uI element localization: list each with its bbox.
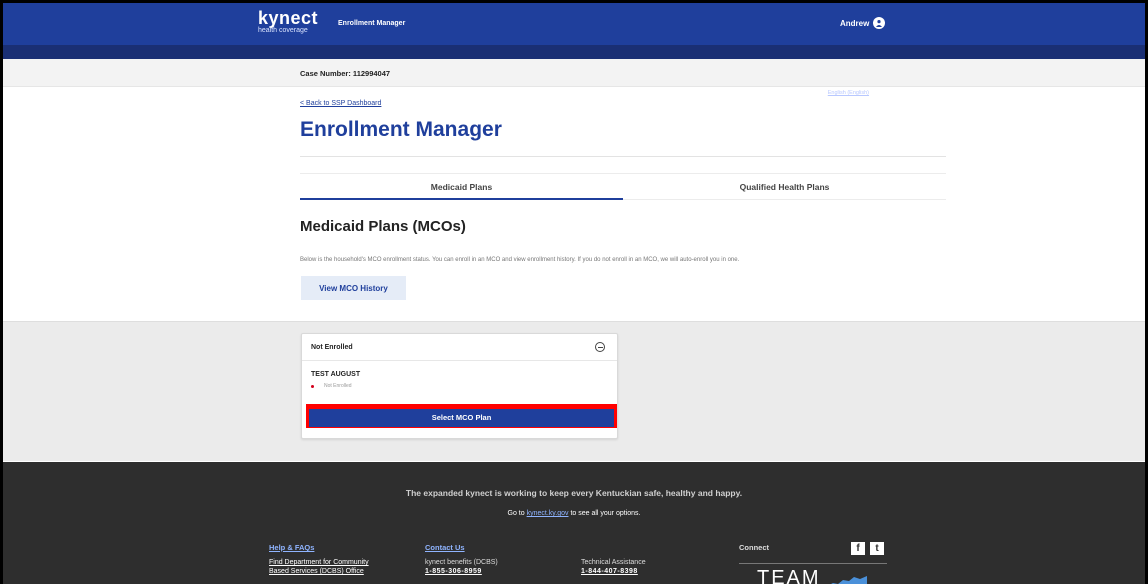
plan-tabs: Medicaid Plans Qualified Health Plans [300, 173, 946, 200]
help-faqs-link[interactable]: Help & FAQs [269, 543, 314, 552]
case-number-bar: Case Number: 112994047 [3, 59, 1145, 87]
user-name: Andrew [840, 18, 870, 28]
footer: The expanded kynect is working to keep e… [3, 462, 1145, 584]
team-kentucky-logo: TEAM [757, 567, 867, 584]
tab-medicaid-plans[interactable]: Medicaid Plans [300, 174, 623, 200]
back-to-dashboard-link[interactable]: < Back to SSP Dashboard [300, 100, 381, 107]
app-window: kynect health coverage Enrollment Manage… [3, 3, 1145, 584]
divider [300, 156, 946, 157]
find-dcbs-office-link-line2[interactable]: Based Services (DCBS) Office [269, 568, 364, 575]
footer-tagline: The expanded kynect is working to keep e… [405, 488, 743, 498]
language-bar: Languages: English (English) [3, 45, 1145, 96]
kentucky-map-icon [830, 576, 867, 584]
status-dot-icon [311, 384, 314, 388]
contact-us-link[interactable]: Contact Us [425, 543, 465, 552]
user-menu[interactable]: Andrew [840, 17, 886, 29]
connect-heading: Connect [739, 543, 769, 552]
collapse-icon[interactable] [595, 342, 605, 352]
card-header: Not Enrolled [302, 334, 617, 361]
team-logo-text: TEAM [757, 567, 821, 584]
goto-prefix: Go to [507, 510, 525, 517]
view-mco-history-button[interactable]: View MCO History [301, 276, 406, 300]
logo-subtitle: health coverage [258, 27, 308, 34]
chevron-down-icon [874, 90, 880, 96]
app-name: Enrollment Manager [338, 20, 406, 27]
top-nav-bar: kynect health coverage Enrollment Manage… [3, 3, 1145, 45]
kynect-site-link[interactable]: kynect.ky.gov [527, 510, 569, 517]
member-status: Not Enrolled [311, 383, 352, 389]
case-number: Case Number: 112994047 [300, 69, 391, 78]
language-selector[interactable]: Languages: English (English) [794, 90, 880, 96]
user-avatar-icon [873, 17, 886, 29]
enrollment-card: Not Enrolled TEST AUGUST Not Enrolled Se… [301, 333, 618, 439]
find-dcbs-office-link-line1[interactable]: Find Department for Community [269, 559, 369, 566]
page-title: Enrollment Manager [300, 118, 502, 141]
member-name: TEST AUGUST [311, 371, 361, 378]
tab-qualified-health-plans[interactable]: Qualified Health Plans [623, 174, 946, 199]
logo-word: kynect [258, 8, 319, 28]
tech-assistance-phone-link[interactable]: 1-844-407-8398 [581, 568, 638, 575]
card-status-heading: Not Enrolled [311, 344, 353, 351]
select-plan-highlight: Select MCO Plan [306, 404, 617, 428]
footer-goto: Go to kynect.ky.gov to see all your opti… [3, 510, 1145, 517]
member-status-text: Not Enrolled [324, 383, 352, 389]
kynect-logo[interactable]: kynect health coverage [258, 9, 318, 35]
language-value: English (English) [827, 90, 870, 96]
select-mco-plan-button[interactable]: Select MCO Plan [309, 408, 614, 427]
facebook-icon[interactable]: f [851, 542, 865, 555]
section-description: Below is the household's MCO enrollment … [300, 257, 740, 263]
twitter-icon[interactable]: t [870, 542, 884, 555]
goto-suffix: to see all your options. [570, 510, 641, 517]
benefits-phone-link[interactable]: 1-855-306-8959 [425, 568, 482, 575]
languages-label: Languages: [794, 90, 823, 96]
benefits-label: kynect benefits (DCBS) [425, 559, 498, 566]
tech-assistance-label: Technical Assistance [581, 559, 646, 566]
section-title: Medicaid Plans (MCOs) [300, 218, 466, 235]
connect-divider [739, 563, 887, 564]
